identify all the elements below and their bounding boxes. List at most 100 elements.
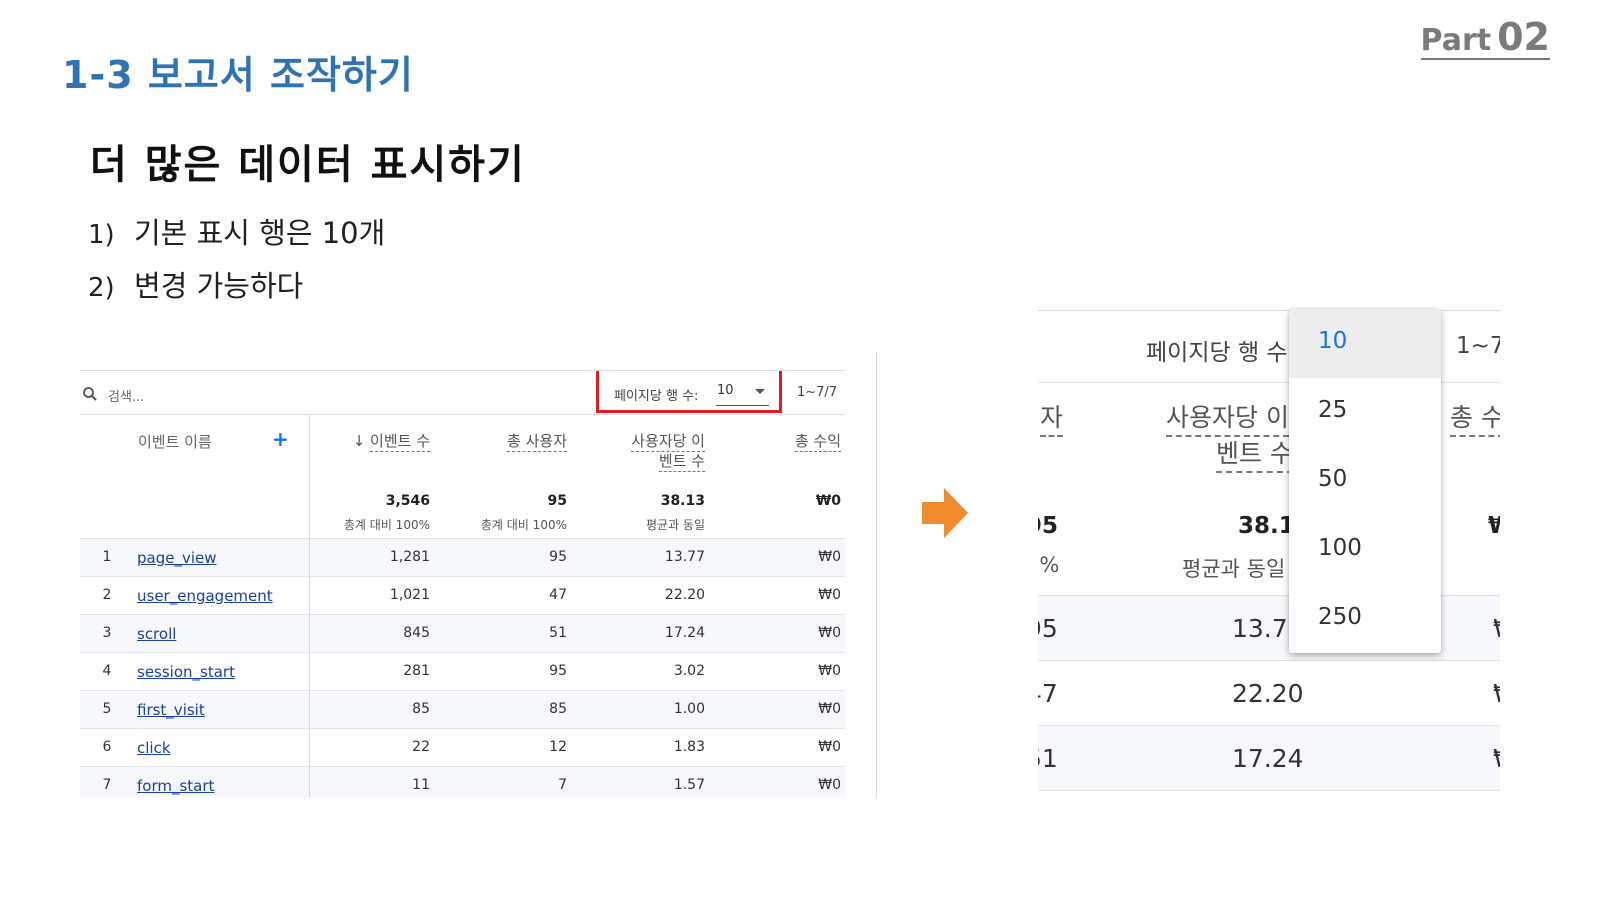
revenue-cell: ₩0 bbox=[818, 777, 841, 793]
rows-per-page-dropdown: 10 25 50 100 250 bbox=[1289, 309, 1441, 653]
row-index: 1 bbox=[102, 549, 112, 565]
revenue-cell: ₩0 bbox=[818, 701, 841, 717]
total-users-value: 95 bbox=[547, 493, 567, 509]
event-name-link[interactable]: form_start bbox=[137, 777, 214, 795]
dropdown-option-250[interactable]: 250 bbox=[1289, 585, 1441, 653]
section-title: 1-3 보고서 조작하기 bbox=[62, 53, 414, 97]
per-user-cell: 1.57 bbox=[673, 777, 705, 793]
zoomed-revenue-cut-cell: ₩ bbox=[1493, 679, 1500, 708]
zoomed-revenue-cut-cell: ₩ bbox=[1493, 744, 1500, 773]
dropdown-caret-icon bbox=[755, 389, 765, 394]
zoomed-total-per-user-sub: 평균과 동일 bbox=[1182, 557, 1286, 581]
row-index: 7 bbox=[102, 777, 112, 793]
revenue-cell: ₩0 bbox=[818, 739, 841, 755]
users-cell: 85 bbox=[549, 701, 567, 717]
table-row: 4 session_start 281 95 3.02 ₩0 bbox=[80, 653, 845, 691]
per-user-cell: 17.24 bbox=[664, 625, 705, 641]
dropdown-option-label: 250 bbox=[1318, 604, 1362, 630]
report-table-panel: 검색... 페이지당 행 수: 10 1~7/7 이벤트 이름 + ↓ 이벤트 … bbox=[80, 370, 845, 797]
column-header-event-name[interactable]: 이벤트 이름 bbox=[138, 431, 212, 452]
event-count-cell: 281 bbox=[403, 663, 430, 679]
column-header-events-per-user-line2: 벤트 수 bbox=[658, 452, 705, 472]
zoomed-header-revenue-cut: 총 수 bbox=[1450, 401, 1500, 437]
sort-down-arrow-icon: ↓ bbox=[352, 432, 371, 450]
bullet-number: 2) bbox=[88, 273, 115, 303]
event-name-link[interactable]: click bbox=[137, 739, 171, 757]
revenue-cell: ₩0 bbox=[818, 663, 841, 679]
bullet-text: 변경 가능하다 bbox=[134, 269, 304, 303]
bullet-item: 2) 변경 가능하다 bbox=[88, 263, 385, 316]
bullet-text: 기본 표시 행은 10개 bbox=[134, 216, 386, 250]
users-cell: 7 bbox=[558, 777, 567, 793]
rows-per-page-value: 10 bbox=[717, 383, 734, 398]
table-row: 6 click 22 12 1.83 ₩0 bbox=[80, 729, 845, 767]
per-user-cell: 1.00 bbox=[673, 701, 705, 717]
bullet-list: 1) 기본 표시 행은 10개 2) 변경 가능하다 bbox=[88, 210, 385, 316]
column-header-events-per-user[interactable]: 사용자당 이 벤트 수 bbox=[600, 431, 705, 472]
part-number: 02 bbox=[1497, 15, 1550, 59]
event-name-link[interactable]: user_engagement bbox=[137, 587, 273, 605]
table-toolbar: 검색... 페이지당 행 수: 10 1~7/7 bbox=[80, 371, 845, 415]
search-input[interactable]: 검색... bbox=[108, 386, 144, 405]
column-header-events-per-user-line1: 사용자당 이 bbox=[631, 432, 705, 452]
revenue-cell: ₩0 bbox=[818, 587, 841, 603]
zoomed-header-users-cut: 자 bbox=[1040, 401, 1064, 437]
zoomed-per-user-cell: 17.24 bbox=[1232, 744, 1304, 773]
rows-per-page-label: 페이지당 행 수: bbox=[614, 389, 699, 404]
column-header-total-users-label: 총 사용자 bbox=[507, 432, 567, 452]
zoomed-total-users: 95 bbox=[1038, 513, 1059, 539]
zoomed-pagination-range: 1~7, bbox=[1456, 333, 1500, 359]
right-arrow-icon bbox=[922, 488, 968, 538]
per-user-cell: 1.83 bbox=[673, 739, 705, 755]
zoomed-total-users-sub: 0% bbox=[1038, 553, 1060, 577]
column-divider bbox=[309, 615, 310, 653]
event-name-link[interactable]: session_start bbox=[137, 663, 235, 681]
row-index: 5 bbox=[102, 701, 112, 717]
bullet-item: 1) 기본 표시 행은 10개 bbox=[88, 210, 385, 263]
zoomed-total-revenue-cut: ₩ bbox=[1488, 513, 1500, 539]
pagination-range: 1~7/7 bbox=[797, 385, 838, 400]
table-row: 7 form_start 11 7 1.57 ₩0 bbox=[80, 767, 845, 797]
dropdown-option-10[interactable]: 10 bbox=[1289, 309, 1441, 378]
column-divider bbox=[309, 577, 310, 615]
event-count-cell: 845 bbox=[403, 625, 430, 641]
zoomed-users-cell: 47 bbox=[1038, 679, 1058, 708]
event-count-cell: 1,281 bbox=[389, 549, 430, 565]
column-header-revenue[interactable]: 총 수익 bbox=[760, 431, 841, 452]
column-divider bbox=[309, 653, 310, 691]
event-name-link[interactable]: page_view bbox=[137, 549, 217, 567]
zoomed-table-row: 51 17.24 ₩ bbox=[1038, 726, 1500, 791]
add-dimension-button[interactable]: + bbox=[272, 427, 289, 451]
row-index: 6 bbox=[102, 739, 112, 755]
column-divider bbox=[309, 767, 310, 797]
column-header-total-users[interactable]: 총 사용자 bbox=[460, 431, 567, 452]
row-index: 3 bbox=[102, 625, 112, 641]
dropdown-option-25[interactable]: 25 bbox=[1289, 378, 1441, 447]
row-index: 4 bbox=[102, 663, 112, 679]
rows-per-page-select[interactable]: 10 bbox=[716, 383, 769, 406]
search-icon[interactable] bbox=[82, 386, 98, 402]
event-count-cell: 85 bbox=[412, 701, 430, 717]
users-cell: 51 bbox=[549, 625, 567, 641]
column-header-event-count-label: 이벤트 수 bbox=[370, 432, 430, 452]
column-header-event-count[interactable]: ↓ 이벤트 수 bbox=[320, 431, 430, 452]
event-name-link[interactable]: scroll bbox=[137, 625, 176, 643]
dropdown-option-label: 100 bbox=[1318, 535, 1362, 561]
total-event-count-sub: 총계 대비 100% bbox=[343, 518, 430, 532]
table-row: 2 user_engagement 1,021 47 22.20 ₩0 bbox=[80, 577, 845, 615]
dropdown-option-100[interactable]: 100 bbox=[1289, 516, 1441, 585]
table-row: 5 first_visit 85 85 1.00 ₩0 bbox=[80, 691, 845, 729]
column-divider bbox=[309, 691, 310, 729]
column-divider bbox=[309, 539, 310, 577]
zoomed-users-cell: 95 bbox=[1038, 614, 1058, 643]
event-count-cell: 1,021 bbox=[389, 587, 430, 603]
panel-divider bbox=[876, 352, 877, 797]
users-cell: 95 bbox=[549, 549, 567, 565]
dropdown-option-50[interactable]: 50 bbox=[1289, 447, 1441, 516]
per-user-cell: 3.02 bbox=[673, 663, 705, 679]
dropdown-option-label: 50 bbox=[1318, 466, 1348, 492]
zoomed-table-row: 47 22.20 ₩ bbox=[1038, 661, 1500, 726]
dropdown-option-label: 25 bbox=[1318, 397, 1348, 423]
event-name-link[interactable]: first_visit bbox=[137, 701, 205, 719]
table-header: 이벤트 이름 + ↓ 이벤트 수 총 사용자 사용자당 이 벤트 수 총 수익 3… bbox=[80, 415, 845, 539]
